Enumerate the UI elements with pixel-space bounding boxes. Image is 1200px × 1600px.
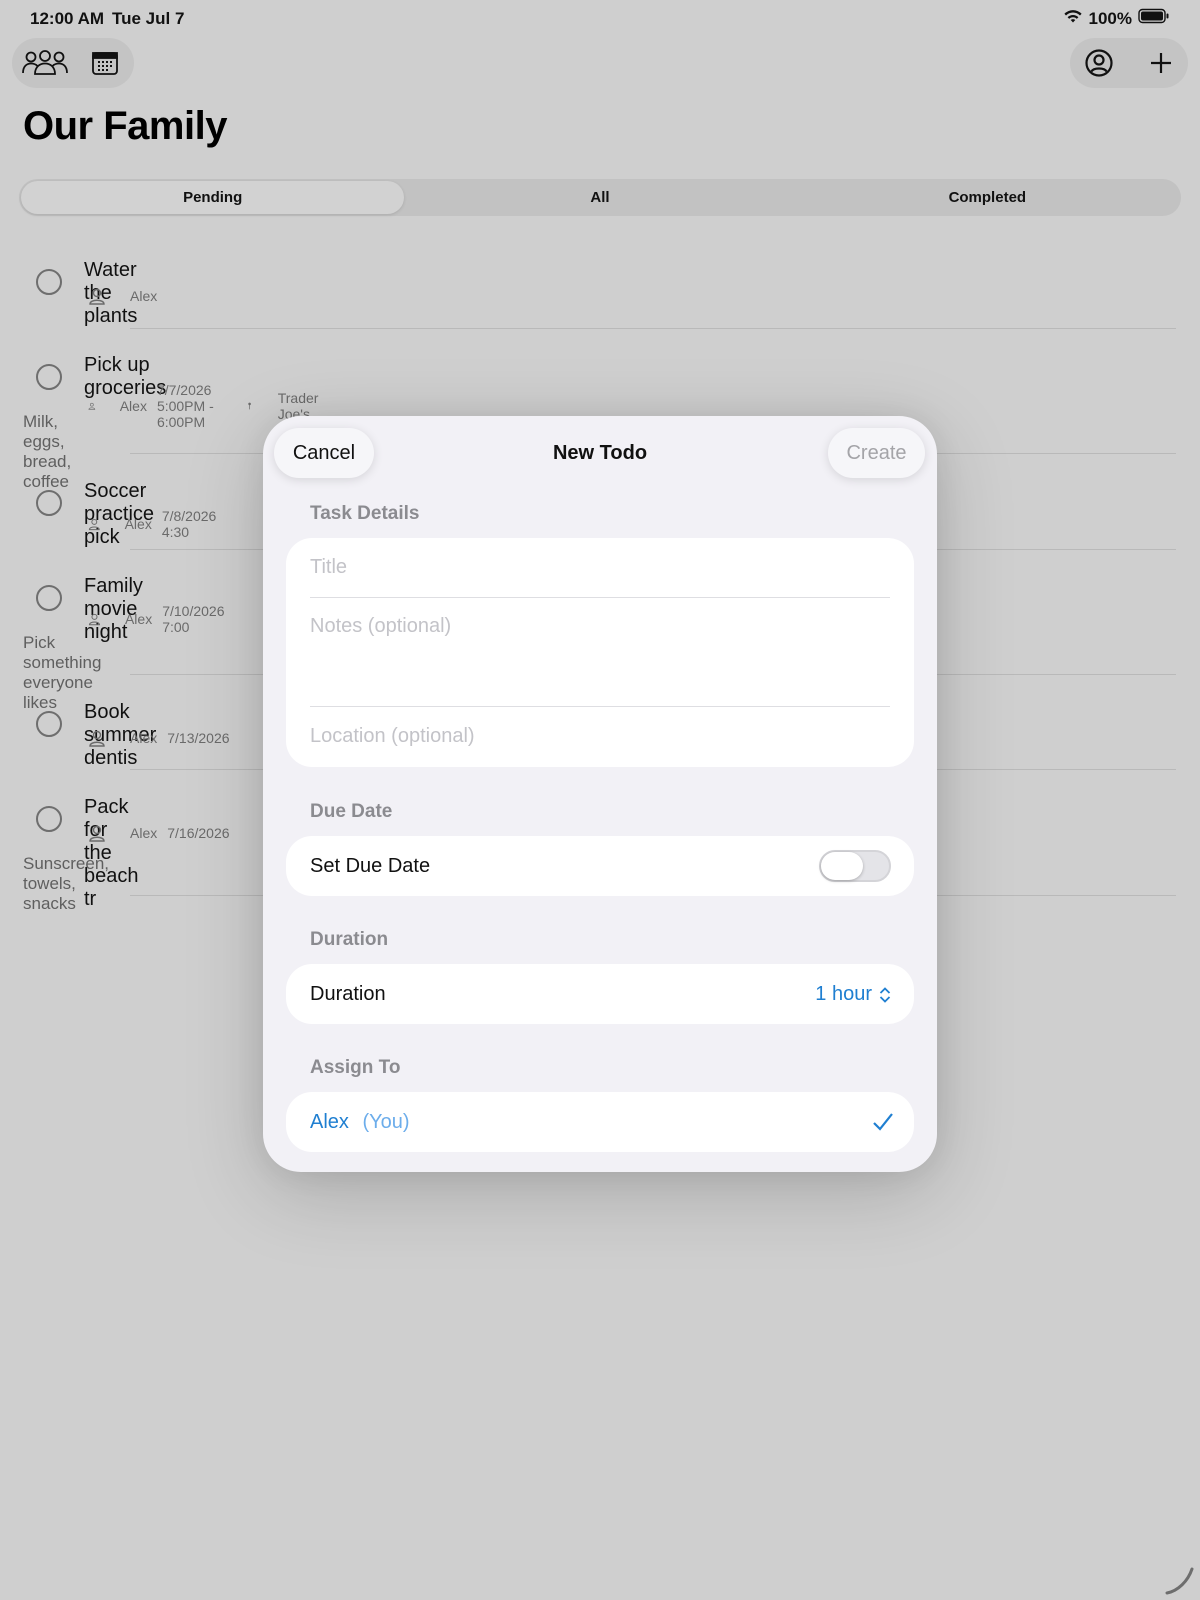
segment-completed[interactable]: Completed [796, 181, 1179, 214]
field-separator [310, 706, 890, 707]
todo-assignee: Alex [130, 730, 158, 746]
person-icon [88, 402, 96, 410]
battery-icon [1138, 8, 1170, 29]
assignee-row[interactable]: Alex (You) [286, 1092, 914, 1152]
todo-meta: Alex 7/16/2026 [88, 824, 240, 842]
todo-datetime: 7/16/2026 [167, 825, 230, 841]
section-label-task-details: Task Details [310, 503, 420, 524]
person-icon [88, 613, 101, 626]
battery-percent: 100% [1088, 8, 1132, 28]
due-date-card: Set Due Date [286, 836, 914, 896]
family-icon[interactable] [20, 38, 70, 88]
create-button[interactable]: Create [828, 428, 925, 478]
duration-card: Duration 1 hour [286, 964, 914, 1024]
status-time: 12:00 AM [30, 9, 105, 28]
status-filter-segmented-control: Pending All Completed [19, 179, 1181, 216]
assignee-suffix: (You) [362, 1111, 410, 1133]
task-details-card: Title Notes (optional) Location (optiona… [286, 538, 914, 767]
row-divider [130, 328, 1176, 329]
new-todo-sheet: Cancel New Todo Create Task Details Titl… [263, 416, 937, 1172]
toolbar-left [12, 38, 134, 88]
todo-meta: Alex 7/8/2026 4:30 [88, 508, 232, 540]
person-icon [89, 730, 105, 747]
wifi-icon [1063, 8, 1083, 29]
todo-datetime: 7/8/2026 4:30 [161, 508, 217, 540]
todo-complete-toggle[interactable] [36, 364, 62, 390]
chevron-up-down-icon [879, 986, 891, 1003]
assignee-label: Alex (You) [310, 1111, 410, 1134]
calendar-icon[interactable] [80, 38, 130, 88]
todo-complete-toggle[interactable] [36, 711, 62, 737]
todo-datetime: 7/7/2026 5:00PM - 6:00PM [156, 382, 214, 430]
duration-picker[interactable]: 1 hour [815, 983, 892, 1006]
todo-assignee: Alex [130, 288, 158, 304]
title-input[interactable]: Title [310, 556, 890, 586]
status-date: Tue Jul 7 [112, 9, 185, 28]
segment-pending[interactable]: Pending [21, 181, 405, 214]
toggle-knob [821, 852, 863, 880]
todo-notes: Sunscreen, towels, snacks [23, 854, 109, 913]
section-label-assign-to: Assign To [310, 1057, 401, 1078]
segment-all[interactable]: All [408, 181, 791, 214]
notes-input[interactable]: Notes (optional) [310, 615, 890, 695]
todo-complete-toggle[interactable] [36, 269, 62, 295]
todo-complete-toggle[interactable] [36, 585, 62, 611]
status-indicators: 100% [1063, 8, 1170, 29]
todo-meta: Alex 7/13/2026 [88, 729, 240, 747]
todo-assignee: Alex [119, 398, 147, 414]
toolbar-right [1070, 38, 1188, 88]
todo-assignee: Alex [130, 825, 158, 841]
todo-assignee: Alex [124, 611, 153, 627]
set-due-date-label: Set Due Date [310, 855, 431, 877]
person-icon [89, 288, 105, 305]
todo-assignee: Alex [124, 516, 152, 532]
location-input[interactable]: Location (optional) [310, 725, 890, 755]
todo-complete-toggle[interactable] [36, 806, 62, 832]
due-date-toggle[interactable] [819, 850, 891, 882]
person-icon [89, 825, 105, 842]
duration-value: 1 hour [815, 983, 872, 1005]
page-title: Our Family [23, 104, 227, 148]
duration-label: Duration [310, 983, 386, 1005]
profile-icon[interactable] [1074, 38, 1124, 88]
todo-datetime: 7/13/2026 [167, 730, 230, 746]
plus-icon[interactable] [1136, 38, 1186, 88]
section-label-duration: Duration [310, 929, 389, 950]
field-separator [310, 597, 890, 598]
todo-meta: Alex [88, 287, 167, 305]
person-icon [88, 518, 100, 531]
todo-meta: Alex 7/10/2026 7:00 [88, 603, 240, 635]
todo-datetime: 7/10/2026 7:00 [162, 603, 225, 635]
checkmark-icon [873, 1113, 893, 1131]
resize-grip-icon[interactable] [1164, 1565, 1196, 1597]
assignee-name: Alex [310, 1111, 349, 1133]
section-label-due-date: Due Date [310, 801, 393, 822]
pin-icon [247, 402, 251, 410]
todo-complete-toggle[interactable] [36, 490, 62, 516]
todo-notes: Milk, eggs, bread, coffee [23, 412, 72, 491]
